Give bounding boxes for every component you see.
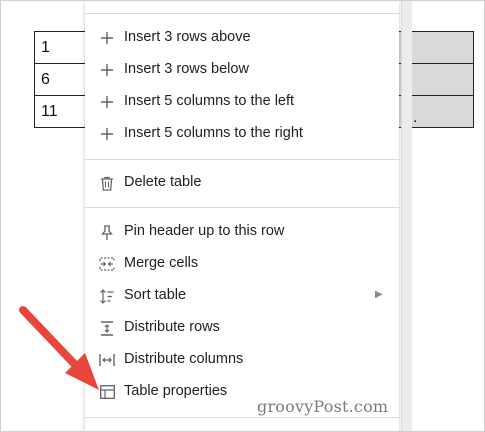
menu-item-label: Pin header up to this row bbox=[124, 223, 285, 239]
menu-item-insert-columns-right[interactable]: Insert 5 columns to the right bbox=[85, 118, 399, 150]
pointer-arrow-icon bbox=[19, 306, 99, 390]
menu-item-label: Delete table bbox=[124, 174, 202, 190]
menu-item-insert-rows-above[interactable]: Insert 3 rows above bbox=[85, 22, 399, 54]
menu-divider bbox=[85, 159, 399, 160]
menu-item-label: Distribute rows bbox=[124, 319, 220, 335]
scrollbar[interactable] bbox=[401, 1, 412, 431]
menu-item-distribute-columns[interactable]: Distribute columns bbox=[85, 344, 399, 376]
submenu-arrow-icon: ▶ bbox=[375, 289, 383, 300]
menu-item-label: Table properties bbox=[124, 383, 228, 399]
menu-divider bbox=[85, 207, 399, 208]
table-context-menu: Insert 3 rows above Insert 3 rows below … bbox=[85, 1, 399, 431]
menu-item-label: Insert 3 rows above bbox=[124, 29, 251, 45]
cell-trailing-text: . bbox=[413, 109, 418, 126]
menu-item-merge-cells[interactable]: Merge cells bbox=[85, 248, 399, 280]
menu-item-sort-table[interactable]: Sort table ▶ bbox=[85, 280, 399, 312]
menu-item-insert-rows-below[interactable]: Insert 3 rows below bbox=[85, 54, 399, 86]
menu-divider bbox=[85, 13, 399, 14]
screenshot-frame: 1 6 11 . Insert 3 rows above Insert 3 ro… bbox=[0, 0, 485, 432]
menu-divider bbox=[85, 417, 399, 418]
watermark-text: groovyPost.com bbox=[257, 397, 389, 416]
menu-item-label: Merge cells bbox=[124, 255, 199, 271]
menu-item-label: Insert 5 columns to the left bbox=[124, 93, 295, 109]
menu-item-delete-table[interactable]: Delete table bbox=[85, 167, 399, 199]
menu-item-label: Distribute columns bbox=[124, 351, 244, 367]
menu-item-label: Insert 5 columns to the right bbox=[124, 125, 303, 141]
menu-item-distribute-rows[interactable]: Distribute rows bbox=[85, 312, 399, 344]
menu-item-insert-columns-left[interactable]: Insert 5 columns to the left bbox=[85, 86, 399, 118]
menu-item-label: Sort table bbox=[124, 287, 187, 303]
menu-item-label: Insert 3 rows below bbox=[124, 61, 249, 77]
menu-item-pin-header[interactable]: Pin header up to this row bbox=[85, 216, 399, 248]
